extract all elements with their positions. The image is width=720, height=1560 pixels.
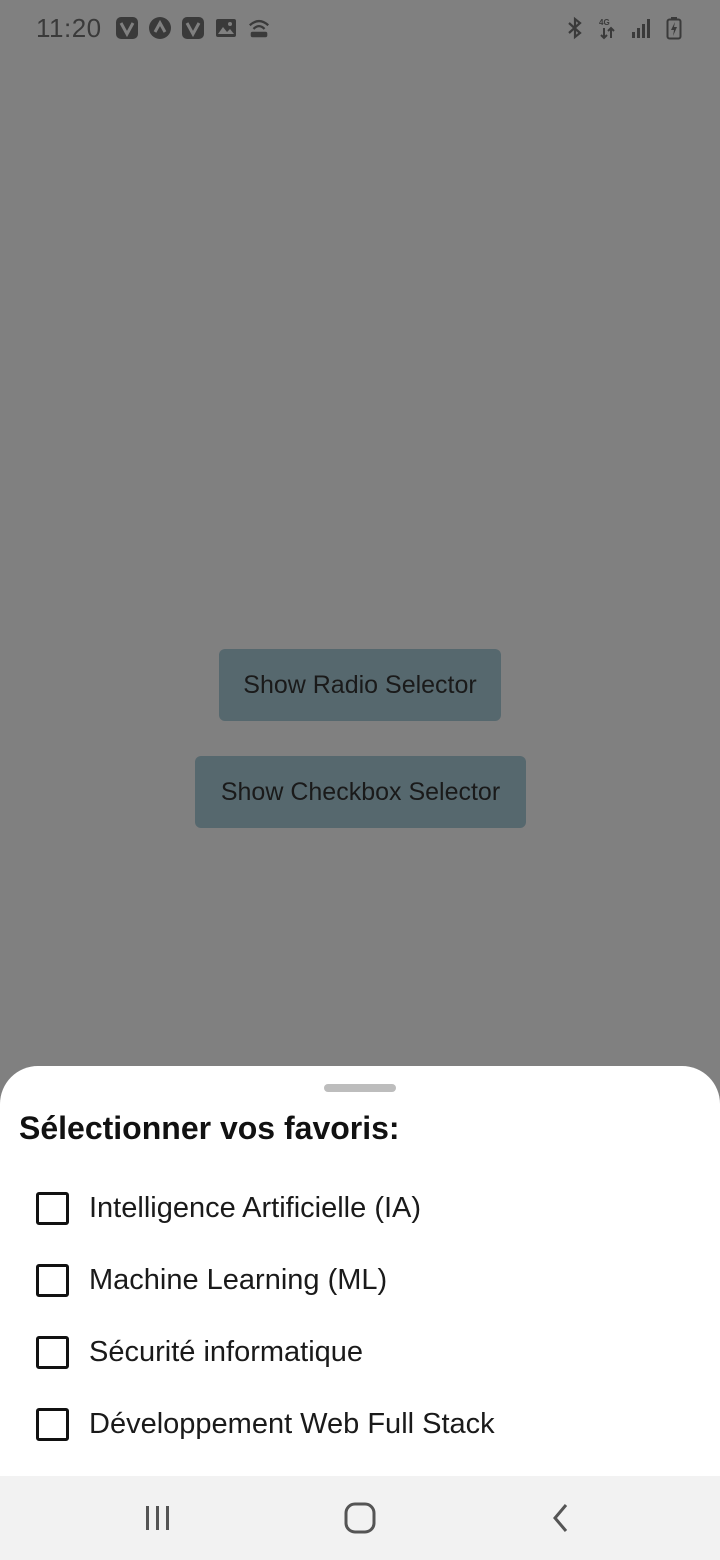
- status-bar: 11:20 4G: [0, 0, 720, 56]
- home-icon[interactable]: [340, 1498, 380, 1538]
- app-screen: 11:20 4G Show Radio Selector Show Checkb…: [0, 0, 720, 1560]
- status-time: 11:20: [36, 12, 102, 43]
- status-left: 11:20: [36, 13, 271, 44]
- v-badge-icon: [115, 16, 139, 40]
- option-label: Sécurité informatique: [89, 1335, 364, 1368]
- caret-badge-icon: [148, 16, 172, 40]
- option-label: Développement Web Full Stack: [89, 1407, 495, 1440]
- checkbox-securite[interactable]: [36, 1335, 69, 1369]
- status-right: 4G: [563, 16, 686, 40]
- show-radio-selector-label: Show Radio Selector: [243, 670, 477, 699]
- navigation-bar: [0, 1476, 720, 1560]
- show-radio-selector-button[interactable]: Show Radio Selector: [219, 649, 501, 721]
- data-transfer-icon: 4G: [596, 16, 620, 40]
- show-checkbox-selector-button[interactable]: Show Checkbox Selector: [195, 756, 526, 828]
- bluetooth-icon: [563, 16, 587, 40]
- option-label: Intelligence Artificielle (IA): [89, 1191, 422, 1224]
- recent-apps-icon[interactable]: [138, 1498, 178, 1538]
- show-checkbox-selector-label: Show Checkbox Selector: [220, 777, 501, 806]
- signal-icon: [629, 16, 653, 40]
- image-icon: [214, 16, 238, 40]
- option-securite[interactable]: Sécurité informatique: [36, 1324, 656, 1380]
- sheet-title: Sélectionner vos favoris:: [19, 1110, 400, 1146]
- option-ia[interactable]: Intelligence Artificielle (IA): [36, 1180, 656, 1236]
- checkbox-ia[interactable]: [36, 1191, 69, 1225]
- battery-charging-icon: [662, 16, 686, 40]
- option-label: Machine Learning (ML): [89, 1263, 388, 1296]
- svg-text:4G: 4G: [599, 18, 610, 27]
- hotspot-icon: [247, 16, 271, 40]
- option-web-full-stack[interactable]: Développement Web Full Stack: [36, 1396, 656, 1452]
- option-ml[interactable]: Machine Learning (ML): [36, 1252, 656, 1308]
- back-icon[interactable]: [542, 1498, 582, 1538]
- favorites-bottom-sheet: Sélectionner vos favoris: Intelligence A…: [0, 1066, 720, 1476]
- checkbox-web-full-stack[interactable]: [36, 1407, 69, 1441]
- sheet-drag-handle[interactable]: [324, 1084, 396, 1092]
- v-badge-icon: [181, 16, 205, 40]
- checkbox-ml[interactable]: [36, 1263, 69, 1297]
